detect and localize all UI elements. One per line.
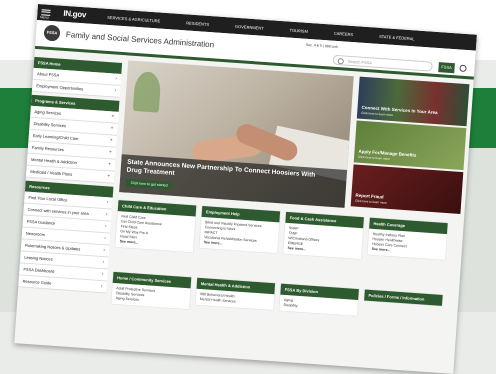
nav-link-tourism[interactable]: TOURISM <box>289 28 308 34</box>
promo-report-fraud[interactable]: Report Fraud Click here to learn more <box>350 164 464 214</box>
nav-link-services[interactable]: SERVICES & AGRICULTURE <box>107 15 160 24</box>
card-fssa-division: FSSA By Division Aging Disability <box>279 283 359 317</box>
plus-icon[interactable]: + <box>109 149 112 155</box>
expand-icon[interactable]: › <box>115 76 117 82</box>
sidebar-item-label: Newsroom <box>25 230 46 238</box>
card-food-cash: Food & Cash Assistance SNAP TANF WIC/Ind… <box>283 211 364 260</box>
nav-link-state-federal[interactable]: STATE & FEDERAL <box>379 34 415 41</box>
browser-screen: MENU IN.gov SERVICES & AGRICULTURE RESID… <box>14 4 477 374</box>
nav-link-government[interactable]: GOVERNMENT <box>235 24 264 31</box>
sidebar-item-label: Disability Services <box>33 120 67 129</box>
promo-connect-services[interactable]: Connect With Services In Your Area Click… <box>356 76 470 127</box>
sidebar-item-label: Employment Opportunities <box>36 83 84 92</box>
sidebar-item-label: Connect with services in your area <box>27 206 89 217</box>
card-home-community: Home / Community Services Adult Protecti… <box>111 271 192 310</box>
hero-banner[interactable]: State Announces New Partnership To Conne… <box>119 60 354 208</box>
card-health-coverage: Health Coverage Healthy Indiana Plan Hoo… <box>367 217 448 261</box>
expand-icon[interactable]: › <box>101 271 103 277</box>
card-child-care: Child Care & Education Find Child Care G… <box>115 200 197 253</box>
sidebar-item-label: Mental Health & Addiction <box>30 156 78 166</box>
expand-icon[interactable]: › <box>106 199 108 205</box>
sidebar-item-label: FSSA Dashboard <box>23 266 55 274</box>
sidebar-item-label: Leasing Notices <box>24 254 53 262</box>
plus-icon[interactable]: + <box>110 125 113 131</box>
expand-icon[interactable]: › <box>103 247 105 253</box>
search-placeholder: Search FSSA <box>347 58 373 66</box>
menu-label: MENU <box>39 15 50 20</box>
card-body: Blind and Visually Impaired Services Con… <box>199 217 279 253</box>
sidebar-item-label: Rulemaking Notices & Updates <box>24 242 81 252</box>
sidebar-item-label: Medicaid / Health Plans <box>30 168 73 177</box>
card-heading[interactable]: Policies / Forms / Information <box>364 289 443 306</box>
fssa-seal-icon[interactable]: FSSA <box>43 24 61 42</box>
card-employment: Employment Help Blind and Visually Impai… <box>199 205 281 254</box>
card-body: Adult Protective Services Disability Ser… <box>111 283 190 309</box>
sidebar-item-label: Family Resources <box>31 144 65 153</box>
sidebar-item-label: Aging Services <box>34 109 62 116</box>
expand-icon[interactable]: › <box>105 223 107 229</box>
card-mental-health: Mental Health & Addiction 988 Behavioral… <box>195 277 276 311</box>
nav-link-residents[interactable]: RESIDENTS <box>186 20 209 27</box>
expand-icon[interactable]: › <box>114 88 116 94</box>
promo-link[interactable]: Click here to learn more <box>361 111 393 117</box>
sidebar-item-label: Find Your Local Office <box>28 194 68 203</box>
sidebar: FSSA Home About FSSA › Employment Opportu… <box>18 54 123 294</box>
hero-cta-button[interactable]: Click here to get started <box>125 178 173 190</box>
card-body: SNAP TANF WIC/Indiana Offices EMERGE See… <box>283 223 363 259</box>
promo-link[interactable]: Click here to learn more <box>355 199 387 205</box>
plant-image <box>132 70 162 113</box>
sidebar-item-label: FSSA Guidance <box>26 218 56 226</box>
plus-icon[interactable]: + <box>108 161 111 167</box>
promo-apply-benefits[interactable]: Apply For/Manage Benefits Click here to … <box>353 120 467 171</box>
card-policies-forms: Policies / Forms / Information <box>364 289 443 306</box>
promo-link[interactable]: Click here to learn more <box>358 155 390 161</box>
sidebar-item-label: Early Learning/Child Care <box>32 132 79 142</box>
sidebar-item-label: About FSSA <box>36 71 60 78</box>
search-scope-select[interactable]: FSSA <box>438 62 455 74</box>
expand-icon[interactable]: › <box>102 259 104 265</box>
agency-title: Family and Social Services Administratio… <box>65 30 215 50</box>
sidebar-item-label: Resource Guide <box>22 278 52 286</box>
plus-icon[interactable]: + <box>107 173 110 179</box>
expand-icon[interactable]: › <box>104 235 106 241</box>
card-body: Find Child Care Get Child Care Assistanc… <box>115 211 195 252</box>
search-icon <box>337 58 344 65</box>
plus-icon[interactable]: + <box>111 113 114 119</box>
expand-icon[interactable]: › <box>101 283 103 289</box>
ingov-logo[interactable]: IN.gov <box>63 9 86 20</box>
expand-icon[interactable]: › <box>106 211 108 217</box>
card-body: Healthy Indiana Plan Hoosier Healthwise … <box>367 229 447 260</box>
plus-icon[interactable]: + <box>110 137 113 143</box>
nav-link-careers[interactable]: CAREERS <box>334 31 354 37</box>
